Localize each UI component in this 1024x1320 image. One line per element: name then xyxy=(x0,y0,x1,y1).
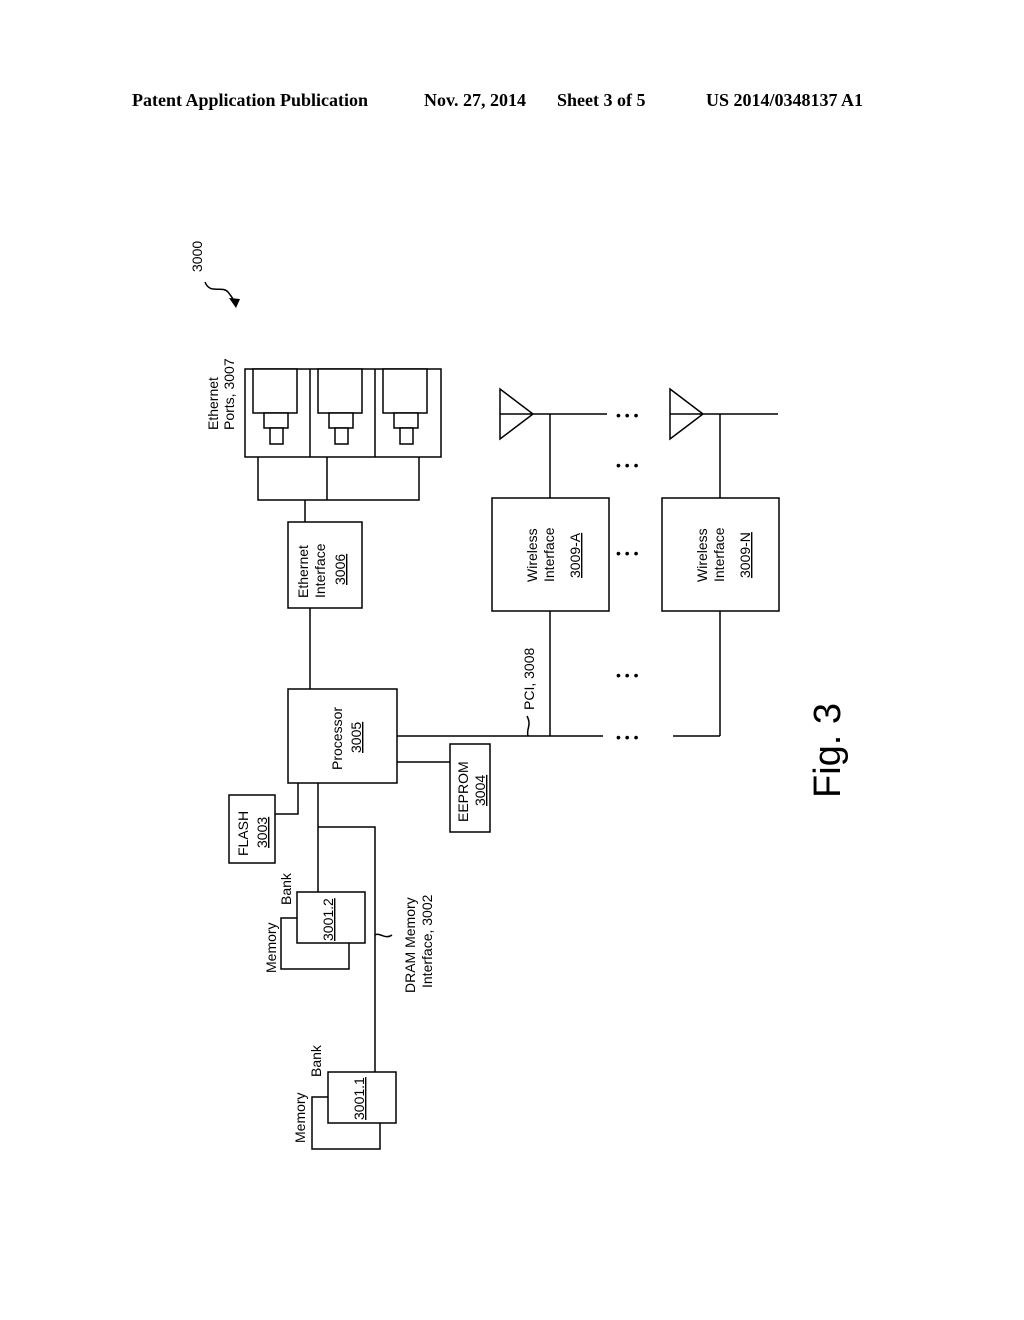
processor-ref: 3005 xyxy=(348,722,364,753)
ethernet-interface-label-2: Interface xyxy=(312,543,328,598)
wireless-n-label-1: Wireless xyxy=(694,528,710,582)
pci-leader xyxy=(526,715,530,737)
memory-bank-1-label-1: Memory xyxy=(292,1092,308,1143)
antenna-a-icon xyxy=(499,387,607,441)
dram-label-1: DRAM Memory xyxy=(402,897,418,993)
ellipsis-wireless: • • • xyxy=(616,545,639,561)
reference-arrow xyxy=(204,281,237,306)
dram-label-2: Interface, 3002 xyxy=(419,894,435,988)
figure-reference: 3000 xyxy=(189,241,205,272)
flash-label: FLASH xyxy=(235,811,251,856)
ethernet-ports-label-1: Ethernet xyxy=(205,377,221,430)
antenna-n-icon xyxy=(669,387,778,441)
ethernet-interface-ref: 3006 xyxy=(332,554,348,585)
memory-bank-1-ref: 3001.1 xyxy=(351,1077,367,1120)
ethernet-interface-label-1: Ethernet xyxy=(295,545,311,598)
flash-ref: 3003 xyxy=(254,817,270,848)
ellipsis-pci: • • • xyxy=(616,729,639,745)
wireless-a-label-2: Interface xyxy=(541,527,557,582)
ellipsis-bus-2: • • • xyxy=(616,667,639,683)
eeprom-label: EEPROM xyxy=(455,761,471,822)
wireless-n-label-2: Interface xyxy=(711,527,727,582)
eeprom-ref: 3004 xyxy=(472,775,488,806)
memory-bank-2-label-2: Bank xyxy=(278,872,294,905)
wireless-a-ref: 3009-A xyxy=(567,532,583,578)
ellipsis-middle: • • • xyxy=(616,457,639,473)
ethernet-port-bus xyxy=(257,457,420,522)
dram-leader xyxy=(374,933,393,938)
ethernet-ports-label-2: Ports, 3007 xyxy=(221,358,237,430)
wireless-n-ref: 3009-N xyxy=(737,532,753,578)
arrowhead-icon xyxy=(229,298,240,308)
wireless-a-label-1: Wireless xyxy=(524,528,540,582)
memory-bank-1-label-2: Bank xyxy=(308,1044,324,1077)
pci-bus xyxy=(397,611,721,737)
block-diagram: 3000 Ethernet Ports, 3007 Ethernet Inter… xyxy=(189,241,849,1150)
ellipsis-antenna: • • • xyxy=(616,407,639,423)
memory-bank-2-label-1: Memory xyxy=(263,922,279,973)
memory-bank-2-ref: 3001.2 xyxy=(320,898,336,941)
ethernet-ports xyxy=(244,368,442,458)
pci-label: PCI, 3008 xyxy=(521,648,537,710)
figure-caption: Fig. 3 xyxy=(807,703,849,798)
processor-label: Processor xyxy=(329,707,345,770)
